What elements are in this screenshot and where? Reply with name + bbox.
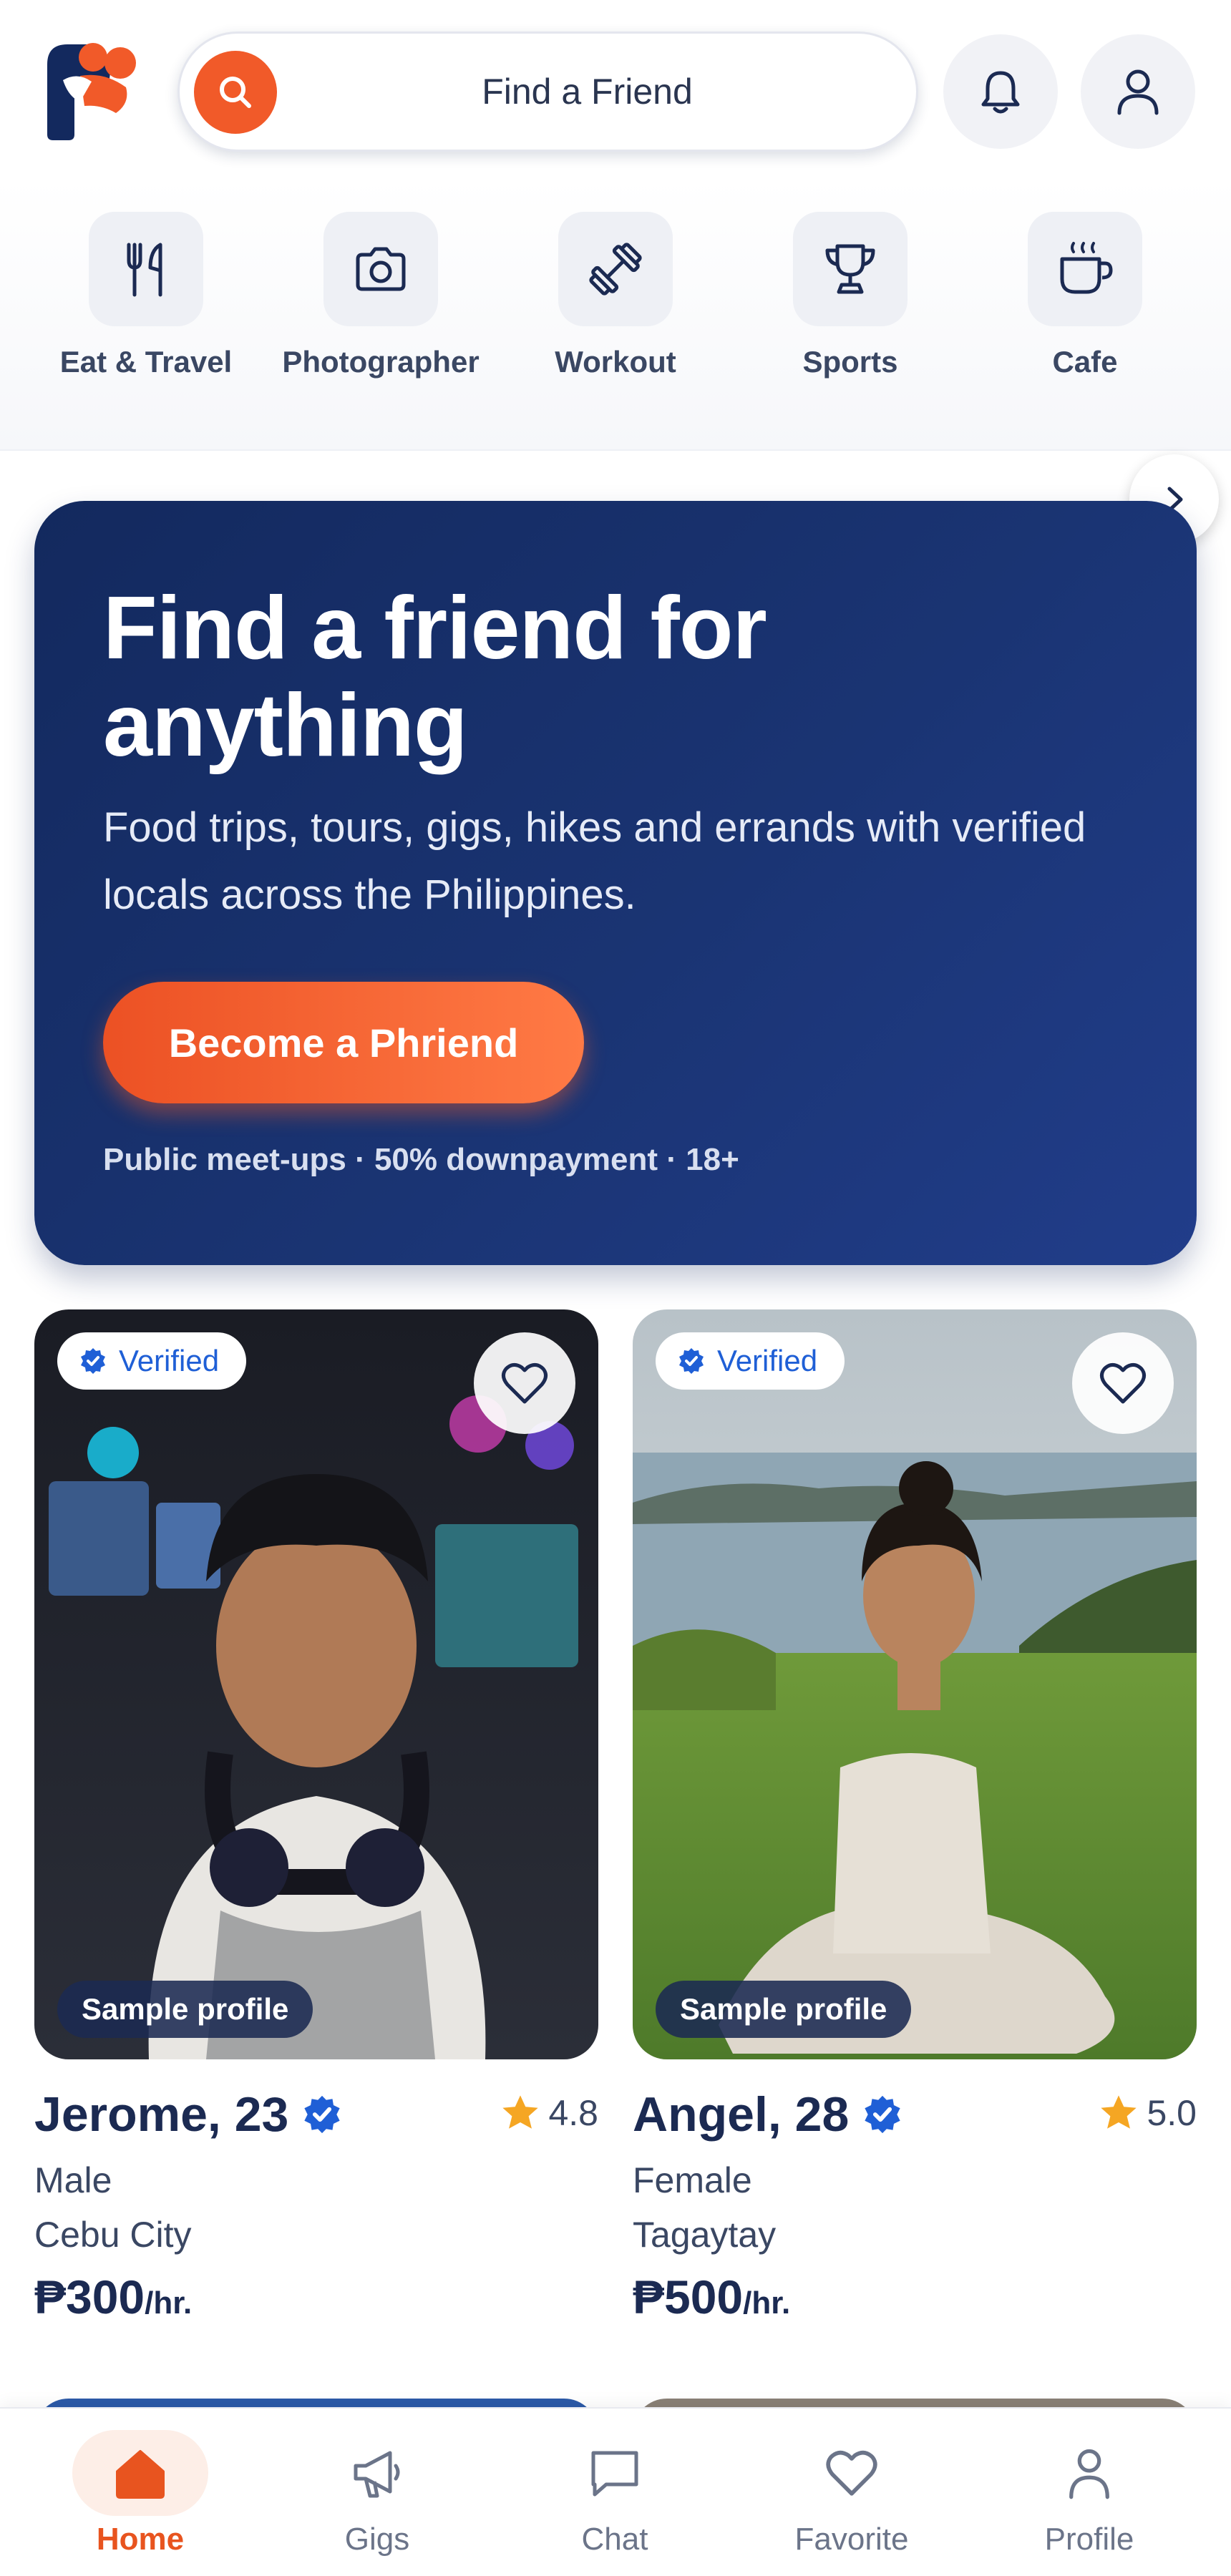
heart-icon (1097, 1357, 1149, 1409)
nav-label: Chat (581, 2522, 648, 2557)
category-label: Photographer (282, 345, 480, 379)
category-strip: Eat & Travel Photographer Workout Sports… (0, 179, 1231, 544)
user-icon (1111, 64, 1165, 119)
profile-card-jerome[interactable]: Verified Sample profile Jerome, 23 4.8 M… (34, 1309, 598, 2324)
category-label: Workout (555, 345, 676, 379)
profile-price: ₱500/hr. (633, 2270, 1197, 2324)
chat-bubble-icon (547, 2430, 683, 2516)
verified-badge: Verified (57, 1332, 247, 1390)
sample-profile-badge: Sample profile (656, 1981, 912, 2038)
category-cafe[interactable]: Cafe (985, 212, 1185, 379)
rating-value: 5.0 (1147, 2093, 1197, 2133)
category-label: Cafe (1052, 345, 1118, 379)
verified-label: Verified (119, 1344, 220, 1377)
rating-value: 4.8 (548, 2093, 598, 2133)
verified-check-icon (301, 2094, 343, 2135)
profile-name-row: Jerome, 23 4.8 (34, 2087, 598, 2144)
category-sports[interactable]: Sports (750, 212, 950, 379)
search-input[interactable]: Find a Friend (287, 34, 887, 150)
profile-city: Cebu City (34, 2215, 192, 2255)
sample-profile-badge: Sample profile (57, 1981, 313, 2038)
profile-city: Tagaytay (633, 2215, 777, 2255)
profile-rating: 4.8 (500, 2092, 598, 2134)
profile-gender: Female (633, 2160, 752, 2200)
search-bar[interactable]: Find a Friend (177, 31, 918, 152)
hero-title: Find a friend for anything (103, 579, 767, 775)
heart-icon (784, 2430, 920, 2516)
home-icon (72, 2430, 208, 2516)
verified-check-icon (677, 1347, 706, 1375)
profile-name-text: Jerome, 23 (34, 2087, 289, 2142)
nav-label: Favorite (794, 2522, 909, 2557)
profile-photo[interactable]: Verified Sample profile (633, 1309, 1197, 2059)
price-unit: /hr. (145, 2285, 193, 2321)
verified-label: Verified (717, 1344, 818, 1377)
app-logo[interactable] (42, 36, 142, 143)
category-label: Eat & Travel (59, 345, 233, 379)
nav-chat[interactable]: Chat (515, 2430, 715, 2566)
trophy-icon (793, 212, 908, 326)
dumbbell-icon (558, 212, 673, 326)
camera-icon (323, 212, 438, 326)
profile-name-row: Angel, 28 5.0 (633, 2087, 1197, 2144)
megaphone-icon (309, 2430, 445, 2516)
profile-gender: Male (34, 2160, 112, 2200)
price-amount: ₱500 (633, 2270, 744, 2323)
profile-name: Jerome, 23 (34, 2087, 343, 2142)
profile-name-text: Angel, 28 (633, 2087, 850, 2142)
nav-label: Gigs (344, 2522, 410, 2557)
favorite-button[interactable] (1072, 1332, 1174, 1434)
fork-knife-icon (89, 212, 203, 326)
category-workout[interactable]: Workout (515, 212, 716, 379)
person-icon (1021, 2430, 1157, 2516)
become-phriend-button[interactable]: Become a Phriend (103, 982, 584, 1103)
bell-icon (975, 66, 1026, 117)
nav-label: Home (96, 2522, 185, 2557)
heart-icon (499, 1357, 550, 1409)
notification-button[interactable] (943, 34, 1058, 149)
price-unit: /hr. (743, 2285, 791, 2321)
hero-banner: Find a friend for anything Food trips, t… (34, 501, 1197, 1265)
category-eat-travel[interactable]: Eat & Travel (46, 212, 246, 379)
category-photographer[interactable]: Photographer (281, 212, 481, 379)
bottom-navigation: Home Gigs Chat Favorite Profile (0, 2407, 1231, 2576)
account-button[interactable] (1081, 34, 1195, 149)
search-icon[interactable] (194, 51, 277, 134)
star-icon (1098, 2092, 1139, 2134)
category-label: Sports (802, 345, 898, 379)
app-header: Find a Friend (0, 0, 1231, 179)
coffee-cup-icon (1028, 212, 1142, 326)
profile-photo[interactable]: Verified Sample profile (34, 1309, 598, 2059)
hero-subtitle: Food trips, tours, gigs, hikes and erran… (103, 804, 1086, 918)
profile-card-angel[interactable]: Verified Sample profile Angel, 28 5.0 Fe… (633, 1309, 1197, 2324)
nav-profile[interactable]: Profile (989, 2430, 1189, 2566)
nav-favorite[interactable]: Favorite (751, 2430, 952, 2566)
hero-note: Public meet-ups · 50% downpayment · 18+ (103, 1142, 739, 1177)
profile-rating: 5.0 (1098, 2092, 1197, 2134)
profile-name: Angel, 28 (633, 2087, 903, 2142)
nav-home[interactable]: Home (40, 2430, 240, 2566)
verified-check-icon (862, 2094, 903, 2135)
verified-badge: Verified (656, 1332, 845, 1390)
nav-label: Profile (1044, 2522, 1134, 2557)
price-amount: ₱300 (34, 2270, 145, 2323)
profile-price: ₱300/hr. (34, 2270, 598, 2324)
star-icon (500, 2092, 541, 2134)
verified-check-icon (79, 1347, 107, 1375)
favorite-button[interactable] (474, 1332, 575, 1434)
nav-gigs[interactable]: Gigs (277, 2430, 477, 2566)
